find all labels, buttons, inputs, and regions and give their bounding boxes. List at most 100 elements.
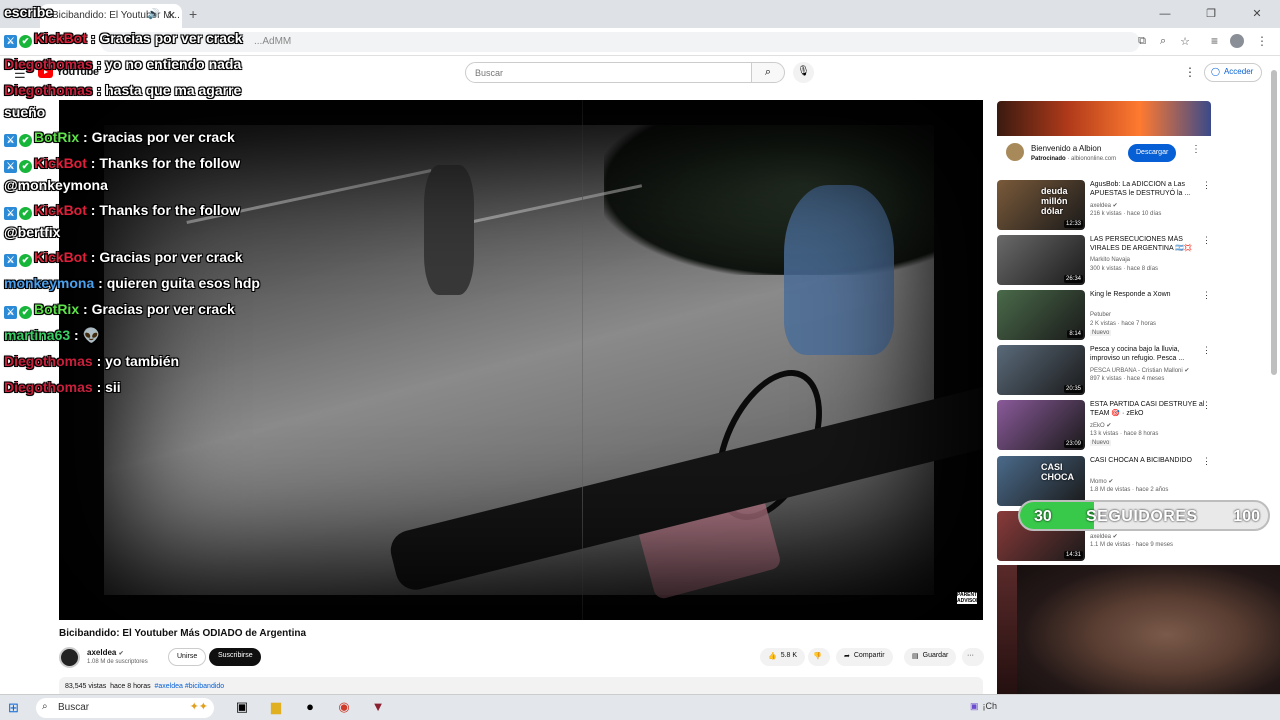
settings-menu-icon[interactable]: ⋮ — [1184, 65, 1196, 79]
zoom-icon[interactable]: ⌕ — [1160, 35, 1166, 48]
moderator-badge-icon: ⚔ — [4, 207, 17, 220]
search-input[interactable]: Buscar — [465, 62, 752, 83]
video-thumbnail[interactable]: CASI CHOCA — [997, 456, 1085, 506]
channel-name[interactable]: axeldea ✔ — [87, 648, 124, 657]
windows-start-icon[interactable]: ⊞ — [8, 700, 19, 716]
recommended-channel[interactable]: axeldea ✔ — [1090, 202, 1118, 209]
recommended-video[interactable]: deuda millón dólar 12:33 AgusBob: La ADICC… — [997, 180, 1217, 230]
chat-message: Diegothomas : yo también — [4, 353, 179, 369]
recommended-channel[interactable]: axeldea ✔ — [1090, 533, 1118, 540]
recommended-channel[interactable]: zEkO ✔ — [1090, 422, 1111, 429]
ad-menu-icon[interactable]: ⋮ — [1191, 144, 1201, 155]
recommended-channel[interactable]: Petuber — [1090, 312, 1111, 318]
recommended-meta: 13 k vistas · hace 8 horas — [1090, 431, 1159, 437]
taskbar-right-text: ¡Ch — [982, 701, 998, 711]
chat-username: KickBot — [34, 30, 87, 46]
video-thumbnail[interactable]: 20:35 — [997, 345, 1085, 395]
close-window-button[interactable]: ✕ — [1234, 0, 1280, 28]
recommended-title[interactable]: Pesca y cocina bajo la lluvia, improviso… — [1090, 345, 1208, 363]
account-icon: ◯ — [1211, 67, 1220, 76]
recommended-menu-icon[interactable]: ⋮ — [1202, 180, 1211, 191]
file-explorer-icon[interactable]: ▆ — [266, 699, 286, 717]
playlist-icon[interactable]: ≡ — [1211, 34, 1218, 48]
cast-icon[interactable]: ⧉ — [1138, 35, 1146, 48]
recommended-channel[interactable]: Markito Navaja — [1090, 257, 1130, 263]
verified-badge-icon: ✔ — [19, 254, 32, 267]
recommended-menu-icon[interactable]: ⋮ — [1202, 290, 1211, 301]
recommended-title[interactable]: AgusBob: La ADICCIÓN a Las APUESTAS le D… — [1090, 180, 1208, 198]
recommended-menu-icon[interactable]: ⋮ — [1202, 345, 1211, 356]
recommended-title[interactable]: CASI CHOCAN A BICIBANDIDO — [1090, 456, 1208, 465]
signin-label: Acceder — [1223, 67, 1254, 76]
recommended-video[interactable]: 20:35 Pesca y cocina bajo la lluvia, impr… — [997, 345, 1217, 395]
search-button[interactable]: ⌕ — [751, 62, 785, 83]
save-label: Guardar — [922, 652, 949, 659]
recommended-title[interactable]: ESTA PARTIDA CASI DESTRUYE al TEAM 🎯 · z… — [1090, 400, 1208, 418]
more-actions-button[interactable]: ··· — [962, 648, 984, 666]
share-label: Compartir — [853, 652, 885, 659]
channel-avatar[interactable] — [59, 647, 80, 668]
moderator-badge-icon: ⚔ — [4, 306, 17, 319]
chrome-icon[interactable]: ◉ — [334, 699, 354, 717]
recommended-channel[interactable]: Momo ✔ — [1090, 478, 1113, 485]
recommended-menu-icon[interactable]: ⋮ — [1202, 456, 1211, 467]
taskbar-search-input[interactable]: ⌕ Buscar ✦✦ — [36, 698, 214, 718]
browser-toolbar-right: ≡ ⋮ — [1211, 34, 1268, 48]
maximize-button[interactable]: ❐ — [1188, 0, 1234, 28]
recommended-video[interactable]: CASI CHOCA CASI CHOCAN A BICIBANDIDO Momo … — [997, 456, 1217, 506]
chat-username: KickBot — [34, 155, 87, 171]
sponsored-ad[interactable]: Bienvenido a Albion Patrocinado · albion… — [997, 101, 1211, 173]
follower-goal-current: 30 — [1034, 508, 1052, 525]
recommended-meta: 2 K vistas · hace 7 horas — [1090, 321, 1157, 327]
moderator-badge-icon: ⚔ — [4, 35, 17, 48]
minimize-button[interactable]: — — [1142, 0, 1188, 28]
hashtags[interactable]: #axeldea #bicibandido — [155, 683, 225, 690]
recommended-video[interactable]: 8:14 King le Responde a Xown Petuber 2 K vi… — [997, 290, 1217, 340]
chat-message: Diegothomas : yo no entiendo nada — [4, 56, 241, 72]
chat-username: Diegothomas — [4, 379, 93, 395]
dislike-button[interactable]: 👎 — [808, 648, 830, 666]
video-thumbnail[interactable]: deuda millón dólar 12:33 — [997, 180, 1085, 230]
video-thumbnail[interactable]: 26:34 — [997, 235, 1085, 285]
join-button[interactable]: Unirse — [168, 648, 207, 666]
chat-message: sueño — [4, 104, 45, 120]
subscribe-button[interactable]: Suscribirse — [209, 648, 261, 666]
save-button[interactable]: ▤ Guardar — [904, 648, 957, 666]
verified-badge-icon: ✔ — [19, 207, 32, 220]
thumbnail-overlay-text: CASI CHOCA — [1041, 462, 1074, 482]
ad-download-button[interactable]: Descargar — [1128, 144, 1177, 162]
recommended-title[interactable]: King le Responde a Xown — [1090, 290, 1208, 299]
app-icon[interactable]: ▼ — [368, 699, 388, 717]
sparkle-icon: ✦✦ — [189, 701, 208, 713]
chat-username: monkeymona — [4, 275, 95, 291]
profile-avatar[interactable] — [1230, 34, 1244, 48]
obs-icon[interactable]: ● — [300, 699, 320, 717]
recommended-menu-icon[interactable]: ⋮ — [1202, 235, 1211, 246]
task-view-icon[interactable]: ▣ — [232, 699, 252, 717]
chat-text: @monkeymona — [4, 177, 108, 193]
like-button[interactable]: 👍 5.8 K — [760, 648, 806, 666]
recommended-video[interactable]: 26:34 LAS PERSECUCIONES MÁS VIRALES DE AR… — [997, 235, 1217, 285]
taskbar-right: ▣ ¡Ch — [970, 701, 997, 712]
page-scrollbar[interactable] — [1271, 70, 1277, 375]
recommended-channel[interactable]: PESCA URBANA - Cristian Malloni ✔ — [1090, 367, 1189, 374]
browser-menu-icon[interactable]: ⋮ — [1256, 34, 1268, 48]
signin-button[interactable]: ◯ Acceder — [1204, 63, 1263, 82]
chat-username: Diegothomas — [4, 82, 93, 98]
recommended-menu-icon[interactable]: ⋮ — [1202, 400, 1211, 411]
video-thumbnail[interactable]: 23:09 — [997, 400, 1085, 450]
video-duration: 14:31 — [1063, 551, 1083, 559]
video-thumbnail[interactable]: 8:14 — [997, 290, 1085, 340]
chat-text: : yo no entiendo nada — [96, 56, 242, 72]
chat-text: : Thanks for the follow — [90, 155, 241, 171]
recommended-title[interactable]: LAS PERSECUCIONES MÁS VIRALES DE ARGENTI… — [1090, 235, 1208, 253]
recommended-video[interactable]: 23:09 ESTA PARTIDA CASI DESTRUYE al TEAM … — [997, 400, 1217, 450]
bookmark-star-icon[interactable]: ☆ — [1180, 35, 1190, 48]
moderator-badge-icon: ⚔ — [4, 134, 17, 147]
share-button[interactable]: ➦ Compartir — [836, 648, 893, 666]
voice-search-button[interactable]: 🎙 — [793, 62, 814, 83]
address-actions: ⧉ ⌕ ☆ — [1138, 35, 1190, 48]
chat-message: ⚔ ✔ KickBot : Thanks for the follow — [4, 202, 240, 220]
copilot-icon[interactable]: ▣ — [970, 701, 979, 712]
ad-sponsor-line: Patrocinado · albiononline.com — [1031, 156, 1117, 162]
